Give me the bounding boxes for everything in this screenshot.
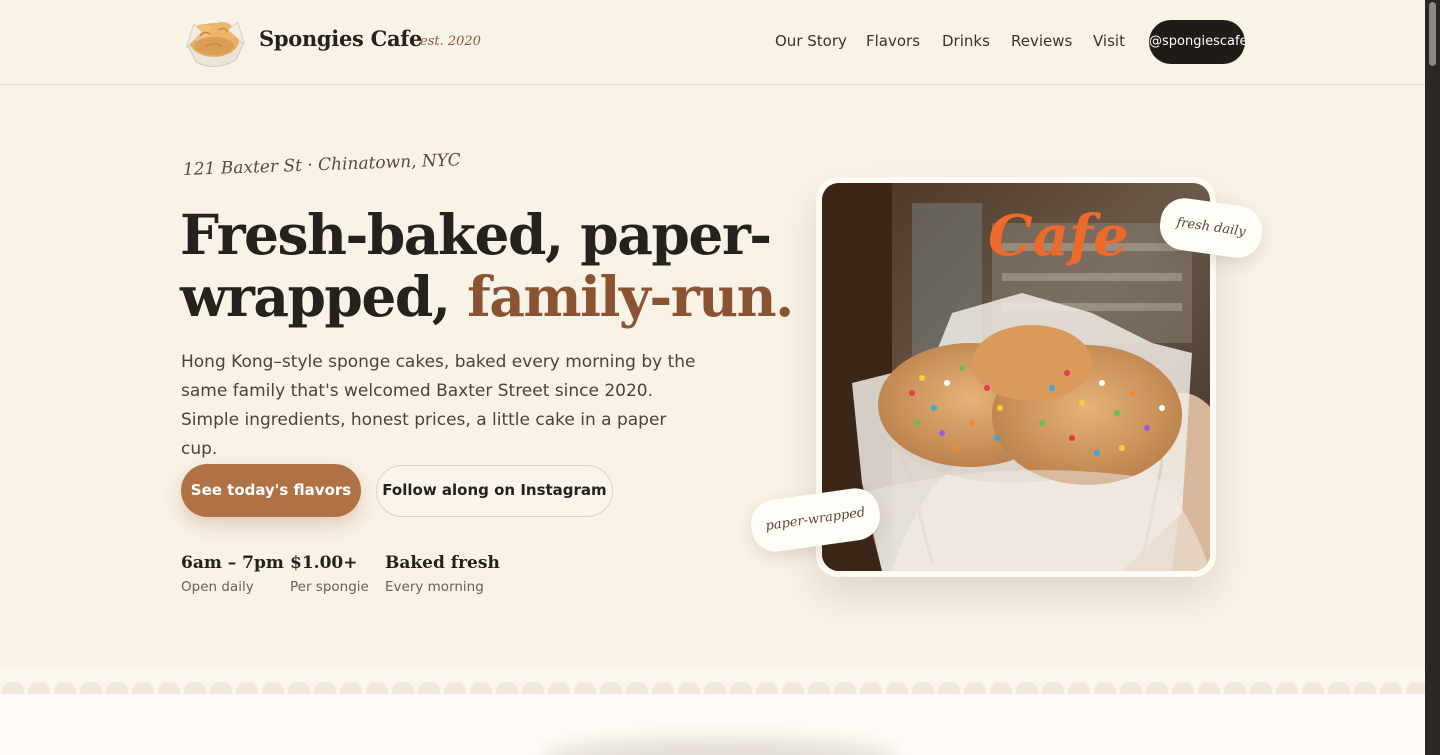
stat-label: Every morning <box>385 579 484 595</box>
nav-drinks[interactable]: Drinks <box>942 32 990 50</box>
nav-reviews[interactable]: Reviews <box>1011 32 1072 50</box>
sponge-cake-icon[interactable] <box>182 16 248 70</box>
headline-accent: family-run. <box>467 264 794 329</box>
see-flavors-button[interactable]: See today's flavors <box>181 464 361 517</box>
headline-line-2: wrapped, <box>180 264 468 329</box>
sponge-cake-photo: Cafe <box>822 183 1242 633</box>
stat-value: $1.00+ <box>290 553 358 573</box>
stat-hours: 6am – 7pm Open daily <box>181 553 284 595</box>
stat-price: $1.00+ Per spongie <box>290 553 369 595</box>
stat-value: 6am – 7pm <box>181 553 284 573</box>
cafe-sign: Cafe <box>988 203 1129 269</box>
stat-fresh: Baked fresh Every morning <box>385 553 500 595</box>
stat-value: Baked fresh <box>385 553 500 573</box>
instagram-button[interactable]: @spongiescafe <box>1149 20 1245 64</box>
headline-line-1: Fresh-baked, paper- <box>180 202 772 267</box>
hero-description: Hong Kong–style sponge cakes, baked ever… <box>181 352 696 459</box>
follow-instagram-button[interactable]: Follow along on Instagram <box>376 465 613 517</box>
established-label: est. 2020 <box>420 34 481 49</box>
nav-flavors[interactable]: Flavors <box>866 32 920 50</box>
site-header: Spongies Cafe est. 2020 Our Story Flavor… <box>0 0 1425 85</box>
nav-our-story[interactable]: Our Story <box>775 32 847 50</box>
scrollbar[interactable] <box>1425 0 1440 755</box>
brand-name[interactable]: Spongies Cafe <box>259 26 422 51</box>
address: 121 Baxter St · Chinatown, NYC <box>182 150 462 180</box>
nav-visit[interactable]: Visit <box>1093 32 1125 50</box>
stat-label: Open daily <box>181 579 254 595</box>
page: Spongies Cafe est. 2020 Our Story Flavor… <box>0 0 1425 755</box>
scrollbar-thumb[interactable] <box>1429 2 1436 66</box>
stat-label: Per spongie <box>290 579 369 595</box>
hero-headline: Fresh-baked, paper- wrapped, family-run. <box>180 204 800 328</box>
